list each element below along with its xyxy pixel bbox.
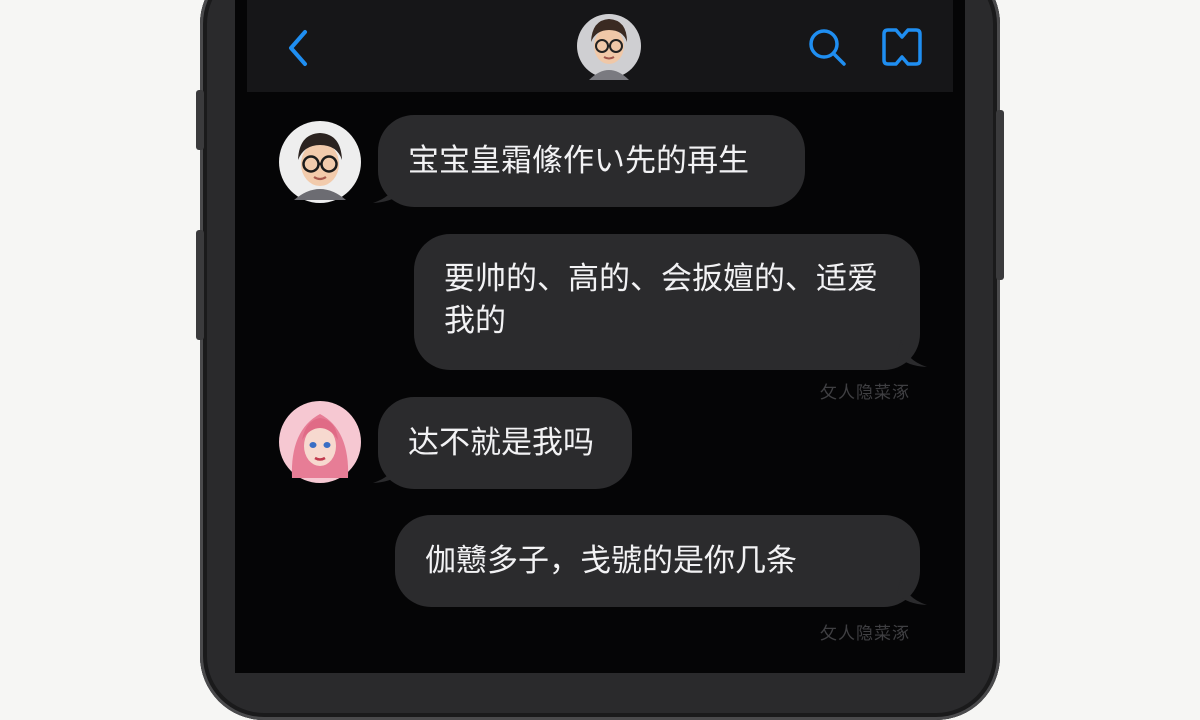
message-bubble-received[interactable]: 达不就是我吗 (378, 397, 632, 489)
phone-side-button (196, 90, 204, 150)
message-bubble-sent[interactable]: 伽戆多子，戋號的是你几条 (395, 515, 920, 607)
watermark: 攵人隐菜涿 (820, 383, 910, 403)
message-text: 宝宝皇霜絛作い先的再生 (408, 143, 749, 179)
boy-avatar[interactable] (278, 120, 362, 204)
contact-avatar[interactable] (576, 8, 642, 84)
message-text: 达不就是我吗 (408, 425, 594, 461)
chevron-left-icon (289, 30, 307, 66)
search-icon (809, 29, 846, 66)
message-text: 要帅的、高的、会扳嬗的、适爱我的 (444, 261, 878, 339)
chat-screen: 宝宝皇霜絛作い先的再生 要帅的、高的、会扳嬗的、适爱我的 攵人隐菜涿 达不就是我… (235, 0, 965, 673)
search-button[interactable] (806, 26, 848, 68)
bubble-tail (897, 578, 927, 605)
phone-side-button (996, 110, 1004, 280)
nav-bar (247, 0, 953, 92)
girl-avatar[interactable] (278, 400, 362, 484)
message-text: 伽戆多子，戋號的是你几条 (425, 543, 797, 579)
message-bubble-sent[interactable]: 要帅的、高的、会扳嬗的、适爱我的 (414, 234, 920, 370)
watermark: 攵人隐菜涿 (820, 624, 910, 644)
book-call-icon (882, 28, 922, 66)
call-button[interactable] (879, 26, 925, 68)
phone-side-button (196, 230, 204, 340)
message-bubble-received[interactable]: 宝宝皇霜絛作い先的再生 (378, 115, 805, 207)
bubble-tail (897, 340, 927, 367)
back-button[interactable] (283, 28, 319, 68)
